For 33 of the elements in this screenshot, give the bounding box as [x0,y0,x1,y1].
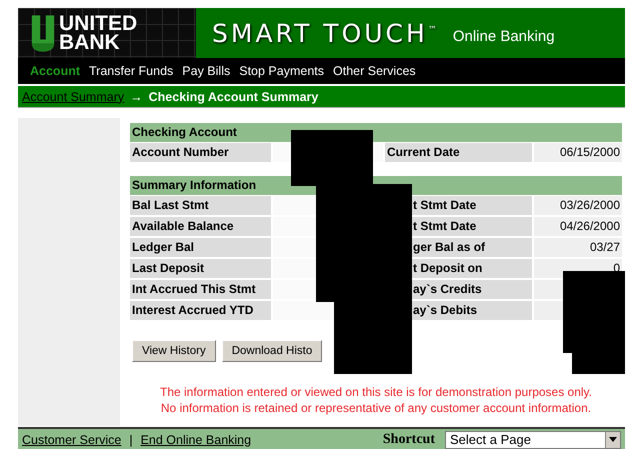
label-cell: Account Number [130,143,271,162]
breadcrumb-arrow: → [130,90,143,104]
label-cell: Bal Last Stmt [130,196,271,215]
product-name: SMART TOUCH$^{™}$ [212,18,437,48]
label-cell: Current Date [385,143,532,162]
nav-tab[interactable]: Account [30,64,80,78]
shortcut-label: Shortcut [382,432,435,448]
footer-link[interactable]: End Online Banking [140,432,252,446]
disclaimer-text: No information is retained or representative of any customer account information. [160,400,592,416]
nav-tab[interactable]: Stop Payments [239,64,324,78]
bank-name: UNITED BANK [59,14,138,52]
label-cell: Ledger Bal [130,238,271,257]
nav-tab[interactable]: Other Services [333,64,416,78]
label-cell: Int Accrued This Stmt [130,280,271,299]
value-cell: 03/27 [534,238,622,257]
label-cell: Interest Accrued YTD [130,301,271,320]
breadcrumb-current: Checking Account Summary [148,90,318,104]
nav-tab[interactable]: Pay Bills [182,64,230,78]
value-cell: 04/26/2000 [534,217,622,236]
page-select[interactable]: Select a Page [445,430,621,448]
breadcrumb-link[interactable]: Account Summary [22,90,124,104]
value-cell: 06/15/2000 [534,143,622,162]
nav-tab[interactable]: Transfer Funds [89,64,174,78]
history-button[interactable]: View History [132,340,216,362]
history-button[interactable]: Download Histo [222,340,322,362]
label-cell: Last Deposit [130,259,271,278]
footer-link[interactable]: Customer Service [22,432,122,446]
footer-separator: | [129,432,133,446]
value-cell: 03/26/2000 [534,196,622,215]
disclaimer-text: The information entered or viewed on this site is for demonstration purposes only. [159,384,593,400]
tagline: Online Banking [452,26,555,44]
u-logo-icon [30,13,56,53]
label-cell: Available Balance [130,217,271,236]
